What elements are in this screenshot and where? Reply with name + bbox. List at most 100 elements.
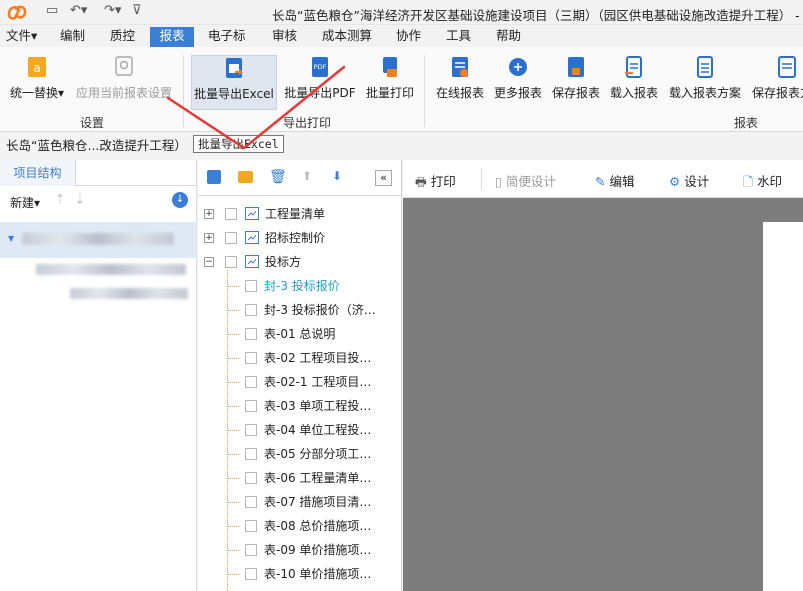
batch-print-button[interactable]: 批量打印	[364, 55, 416, 110]
report-item[interactable]: 表-04 单位工程投…	[198, 418, 402, 442]
report-item[interactable]: 封-3 投标报价（济…	[198, 298, 402, 322]
menu-report[interactable]: 报表	[150, 27, 194, 47]
menu-ebid[interactable]: 电子标	[204, 27, 250, 47]
menu-collab[interactable]: 协作	[392, 27, 425, 47]
move-up-icon[interactable]: ⬆	[302, 169, 312, 183]
checkbox[interactable]	[245, 568, 257, 580]
expander-icon[interactable]: −	[204, 257, 214, 267]
move-down-icon[interactable]: ⇣	[74, 192, 86, 208]
report-item[interactable]: 表-10 单价措施项…	[198, 562, 402, 586]
expander-icon[interactable]: +	[204, 209, 214, 219]
tree-guide-line	[227, 286, 239, 287]
report-item[interactable]: 封-3 投标报价	[198, 274, 402, 298]
report-item[interactable]: 表-08 总价措施项…	[198, 514, 402, 538]
more-report-button[interactable]: 更多报表	[492, 55, 544, 110]
design-button[interactable]: ⚙ 设计	[669, 171, 709, 190]
menu-cost[interactable]: 成本测算	[318, 27, 376, 47]
menu-bar: 文件▾ 编制 质控 报表 电子标 审核 成本测算 协作 工具 帮助	[0, 25, 803, 47]
tree-guide-line	[227, 358, 239, 359]
watermark-button[interactable]: 🗋 水印	[743, 171, 782, 194]
expander-icon[interactable]: +	[204, 233, 214, 243]
tree-guide-line	[227, 334, 239, 335]
new-dropdown[interactable]: 新建▾	[10, 194, 40, 211]
menu-tools[interactable]: 工具	[442, 27, 475, 47]
report-item[interactable]: 表-05 分部分项工…	[198, 442, 402, 466]
add-report-icon[interactable]	[207, 170, 221, 184]
tab-project-structure[interactable]: 项目结构	[0, 160, 76, 186]
add-folder-icon[interactable]	[238, 171, 253, 183]
load-report-button[interactable]: 载入报表	[608, 55, 660, 110]
checkbox[interactable]	[245, 400, 257, 412]
tooltip: 批量导出Excel	[193, 135, 284, 153]
save-icon[interactable]: ▭	[46, 3, 58, 18]
save-report-button[interactable]: 保存报表	[550, 55, 602, 110]
report-item-label: 表-09 单价措施项…	[264, 543, 372, 557]
print-button[interactable]: 🖶 打印	[415, 171, 456, 194]
checkbox[interactable]	[245, 472, 257, 484]
checkbox[interactable]	[225, 208, 237, 220]
tree-toolbar: 🗑 ⬆ ⬇ «	[198, 160, 402, 196]
load-report-scheme-button[interactable]: 载入报表方案	[666, 55, 744, 110]
tree-node-bidder[interactable]: − 投标方	[198, 250, 398, 274]
report-item[interactable]: 表-07 措施项目清…	[198, 490, 402, 514]
checkbox[interactable]	[225, 232, 237, 244]
menu-quality[interactable]: 质控	[106, 27, 139, 47]
tree-node-label: 招标控制价	[265, 231, 326, 245]
download-icon[interactable]: ↓	[172, 192, 188, 208]
online-report-button[interactable]: 在线报表	[434, 55, 486, 110]
menu-audit[interactable]: 审核	[268, 27, 301, 47]
edit-button[interactable]: ✎ 编辑	[595, 171, 634, 190]
checkbox[interactable]	[245, 376, 257, 388]
tree-guide-line	[227, 550, 239, 551]
tree-node-control-price[interactable]: + 招标控制价	[198, 226, 398, 250]
checkbox[interactable]	[245, 328, 257, 340]
excel-export-icon	[226, 58, 244, 78]
checkbox[interactable]	[245, 448, 257, 460]
checkbox[interactable]	[245, 280, 257, 292]
tree-guide-line	[227, 310, 239, 311]
tree-node-bill[interactable]: + 工程量清单	[198, 202, 398, 226]
tree-guide-line	[227, 430, 239, 431]
left-toolbar: 新建▾ ⇡ ⇣ ↓	[0, 186, 196, 216]
move-down-icon[interactable]: ⬇	[332, 169, 342, 183]
report-item[interactable]: 表-09 单价措施项…	[198, 538, 402, 562]
blurred-item	[36, 264, 186, 275]
report-item[interactable]: 表-02 工程项目投…	[198, 346, 402, 370]
menu-file[interactable]: 文件▾	[2, 27, 41, 47]
report-item-label: 表-10 单价措施项…	[264, 567, 372, 581]
customize-icon[interactable]: ⊽	[132, 3, 142, 18]
report-item[interactable]: 表-01 总说明	[198, 322, 402, 346]
collapse-panel-button[interactable]: «	[375, 170, 392, 186]
simple-design-button[interactable]: ▯ 简便设计	[495, 171, 556, 190]
group-label-report: 报表	[734, 116, 759, 130]
apply-current-setting-button[interactable]: 应用当前报表设置	[74, 55, 174, 110]
blurred-project-name	[22, 233, 174, 245]
unify-replace-button[interactable]: a 统一替换▾	[6, 55, 68, 110]
tree-guide-line	[227, 406, 239, 407]
report-item[interactable]: 表-02-1 工程项目…	[198, 370, 402, 394]
report-item[interactable]: 表-06 工程量清单…	[198, 466, 402, 490]
load-scheme-icon	[697, 56, 713, 78]
report-item[interactable]: 表-03 单项工程投…	[198, 394, 402, 418]
svg-text:PDF: PDF	[314, 63, 327, 71]
menu-edit[interactable]: 编制	[56, 27, 89, 47]
checkbox[interactable]	[245, 304, 257, 316]
tree-node-label: 投标方	[265, 255, 302, 269]
batch-print-icon	[383, 57, 397, 77]
batch-export-pdf-button[interactable]: PDF 批量导出PDF	[283, 55, 357, 110]
report-preview-panel: 🖶 打印 ▯ 简便设计 ✎ 编辑 ⚙ 设计 🗋 水印	[403, 160, 803, 591]
checkbox[interactable]	[245, 496, 257, 508]
checkbox[interactable]	[225, 256, 237, 268]
delete-icon[interactable]: 🗑	[269, 169, 287, 185]
checkbox[interactable]	[245, 352, 257, 364]
undo-icon[interactable]: ↶▾	[70, 3, 87, 18]
batch-export-excel-button[interactable]: 批量导出Excel	[191, 55, 277, 110]
move-up-icon[interactable]: ⇡	[54, 192, 66, 208]
checkbox[interactable]	[245, 424, 257, 436]
redo-icon[interactable]: ↷▾	[104, 3, 121, 18]
checkbox[interactable]	[245, 520, 257, 532]
menu-help[interactable]: 帮助	[492, 27, 525, 47]
checkbox[interactable]	[245, 544, 257, 556]
save-report-scheme-button[interactable]: 保存报表方	[752, 55, 803, 110]
expand-arrow-icon[interactable]: ▼	[8, 234, 14, 243]
